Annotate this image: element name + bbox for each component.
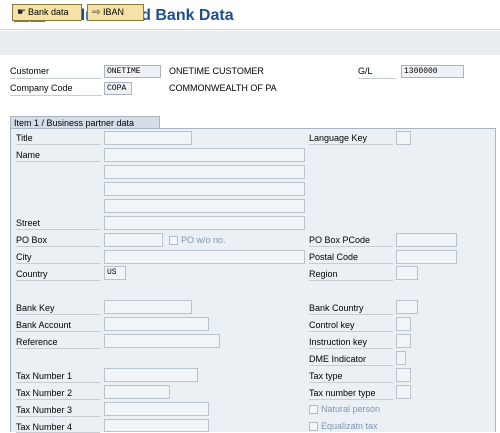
natural-person-label: Natural person [321,404,381,414]
instruction-key-label: Instruction key [309,337,393,349]
tax-number-4-label: Tax Number 4 [16,422,100,433]
gl-account-field[interactable]: 1300000 [401,65,464,78]
bank-data-button[interactable]: ☛ Bank data [12,4,82,21]
po-wo-no-checkbox[interactable] [169,236,178,245]
po-box-label: PO Box [16,235,100,247]
title-divider [0,29,500,30]
reference-label: Reference [16,337,100,349]
bank-data-icon: ☛ [17,7,26,18]
control-key-label: Control key [309,320,393,332]
name-field-1[interactable] [104,148,305,162]
po-box-field[interactable] [104,233,163,247]
language-key-field[interactable] [396,131,411,145]
dme-indicator-field[interactable] [396,351,406,365]
bank-account-label: Bank Account [16,320,100,332]
company-name: COMMONWEALTH OF PA [169,83,277,93]
bank-key-label: Bank Key [16,303,100,315]
natural-person-checkbox[interactable] [309,405,318,414]
street-field[interactable] [104,216,305,230]
customer-name: ONETIME CUSTOMER [169,66,264,76]
name-field-3[interactable] [104,182,305,196]
dme-indicator-label: DME Indicator [309,354,393,366]
equalizatn-tax-label: Equalizatn tax [321,421,378,431]
bank-country-field[interactable] [396,300,418,314]
customer-field[interactable]: ONETIME [104,65,161,78]
tax-number-3-field[interactable] [104,402,209,416]
iban-label: IBAN [103,7,125,17]
city-label: City [16,252,100,264]
name-field-2[interactable] [104,165,305,179]
name-field-4[interactable] [104,199,305,213]
city-field[interactable] [104,250,305,264]
iban-button[interactable]: ⇨ IBAN [87,4,144,21]
street-label: Street [16,218,100,230]
tax-number-4-field[interactable] [104,419,209,432]
company-code-label: Company Code [10,83,102,96]
gl-label: G/L [358,66,396,79]
country-label: Country [16,269,100,281]
reference-field[interactable] [104,334,220,348]
arrow-right-icon: ⇨ [92,7,101,18]
control-key-field[interactable] [396,317,411,331]
tax-type-field[interactable] [396,368,411,382]
po-wo-no-label: PO w/o no. [181,235,226,245]
tax-number-1-label: Tax Number 1 [16,371,100,383]
bank-key-field[interactable] [104,300,192,314]
tax-number-2-field[interactable] [104,385,170,399]
tax-number-2-label: Tax Number 2 [16,388,100,400]
title-field[interactable] [104,131,192,145]
customer-label: Customer [10,66,102,79]
country-field[interactable]: US [104,266,126,280]
equalizatn-tax-checkbox[interactable] [309,422,318,431]
instruction-key-field[interactable] [396,334,411,348]
language-key-label: Language Key [309,133,393,145]
region-label: Region [309,269,393,281]
postal-code-label: Postal Code [309,252,393,264]
po-box-pcode-field[interactable] [396,233,457,247]
tax-number-1-field[interactable] [104,368,198,382]
bank-account-field[interactable] [104,317,209,331]
company-code-field[interactable]: COPA [104,82,132,95]
tax-number-3-label: Tax Number 3 [16,405,100,417]
tax-number-type-field[interactable] [396,385,411,399]
bank-data-label: Bank data [28,7,69,17]
tax-type-label: Tax type [309,371,393,383]
application-toolbar [0,31,500,55]
title-label: Title [16,133,100,145]
postal-code-field[interactable] [396,250,457,264]
po-box-pcode-label: PO Box PCode [309,235,393,247]
region-field[interactable] [396,266,418,280]
tax-number-type-label: Tax number type [309,388,393,400]
name-label: Name [16,150,100,162]
bank-country-label: Bank Country [309,303,393,315]
